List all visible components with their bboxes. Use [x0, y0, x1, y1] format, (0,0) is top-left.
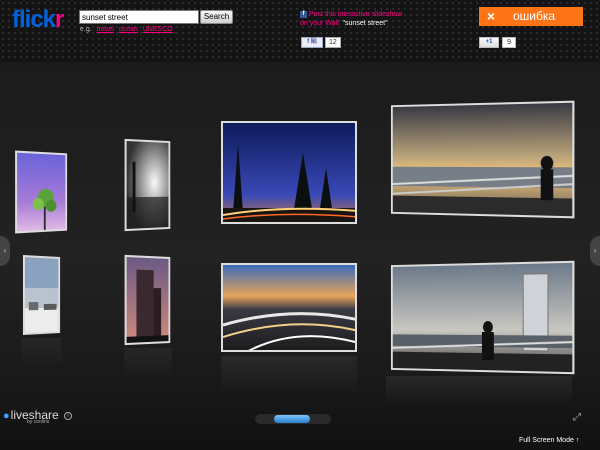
top-bar: flickr Search e.g. travel ocean UNESCO f…	[0, 0, 600, 62]
photo-reflection	[221, 356, 357, 396]
example-tag-link[interactable]: travel	[97, 26, 114, 33]
liveshare-logo[interactable]: ●liveshare by cooliris	[3, 406, 59, 424]
photo-reflection	[386, 376, 572, 406]
close-icon: ×	[481, 7, 501, 26]
photo-bw-street	[127, 141, 171, 231]
google-plus-widget: +1 9	[479, 37, 516, 48]
facebook-icon: f	[300, 11, 307, 18]
liveshare-byline: by cooliris	[27, 419, 49, 425]
example-tag-link[interactable]: UNESCO	[143, 26, 173, 33]
fb-post-query: "sunset street"	[343, 20, 388, 27]
facebook-like-count: 12	[325, 37, 341, 48]
fb-post-line2: on your Wall:	[300, 20, 343, 27]
error-label: ошибка	[513, 7, 555, 26]
example-tag-link[interactable]: ocean	[119, 26, 138, 33]
next-arrow[interactable]: ›	[590, 236, 600, 266]
search-input[interactable]	[79, 10, 199, 24]
photo-tower-dusk	[127, 257, 171, 345]
photo-tile[interactable]	[23, 255, 60, 335]
info-icon[interactable]: i	[64, 412, 72, 420]
photo-waterfront-sunset	[393, 103, 575, 219]
search-button[interactable]: Search	[200, 10, 233, 24]
photo-coast-snow	[25, 257, 60, 335]
photo-tile[interactable]	[221, 263, 357, 352]
example-tags: e.g. travel ocean UNESCO	[80, 26, 176, 33]
photo-tree-purple-sky	[17, 153, 67, 234]
examples-prefix: e.g.	[80, 26, 92, 33]
error-button[interactable]: × ошибка	[479, 7, 583, 26]
facebook-post-link[interactable]: f Post this interactive slideshow on your…	[300, 10, 402, 28]
photo-tile[interactable]	[221, 121, 357, 224]
photo-tile[interactable]	[391, 261, 574, 375]
photo-reflection	[124, 348, 172, 378]
fullscreen-mode-button[interactable]: Full Screen Mode ↑	[519, 437, 579, 444]
photo-tile[interactable]	[125, 255, 171, 345]
facebook-like-button[interactable]: f 貼	[301, 37, 323, 48]
photo-highway-dusk	[223, 265, 357, 352]
photo-night-trees	[223, 123, 357, 224]
scrollbar-thumb[interactable]	[274, 415, 310, 423]
google-plus-button[interactable]: +1	[479, 37, 499, 48]
google-plus-count: 9	[502, 37, 516, 48]
expand-icon[interactable]: ⤢	[571, 412, 583, 424]
gallery-scrollbar[interactable]	[255, 414, 331, 424]
logo-text-pink: r	[55, 6, 63, 33]
photo-tile[interactable]	[125, 139, 171, 231]
photo-waterfront-tower	[393, 263, 575, 375]
photo-tile[interactable]	[15, 151, 67, 234]
liveshare-drop-icon: ●	[3, 410, 10, 422]
flickr-logo[interactable]: flickr	[12, 6, 63, 34]
photo-tile[interactable]	[391, 101, 574, 219]
fb-post-line1: Post this interactive slideshow	[309, 11, 402, 18]
photo-reflection	[22, 338, 62, 368]
logo-text-blue: flick	[12, 6, 55, 33]
facebook-like-widget: f 貼 12	[301, 37, 341, 48]
